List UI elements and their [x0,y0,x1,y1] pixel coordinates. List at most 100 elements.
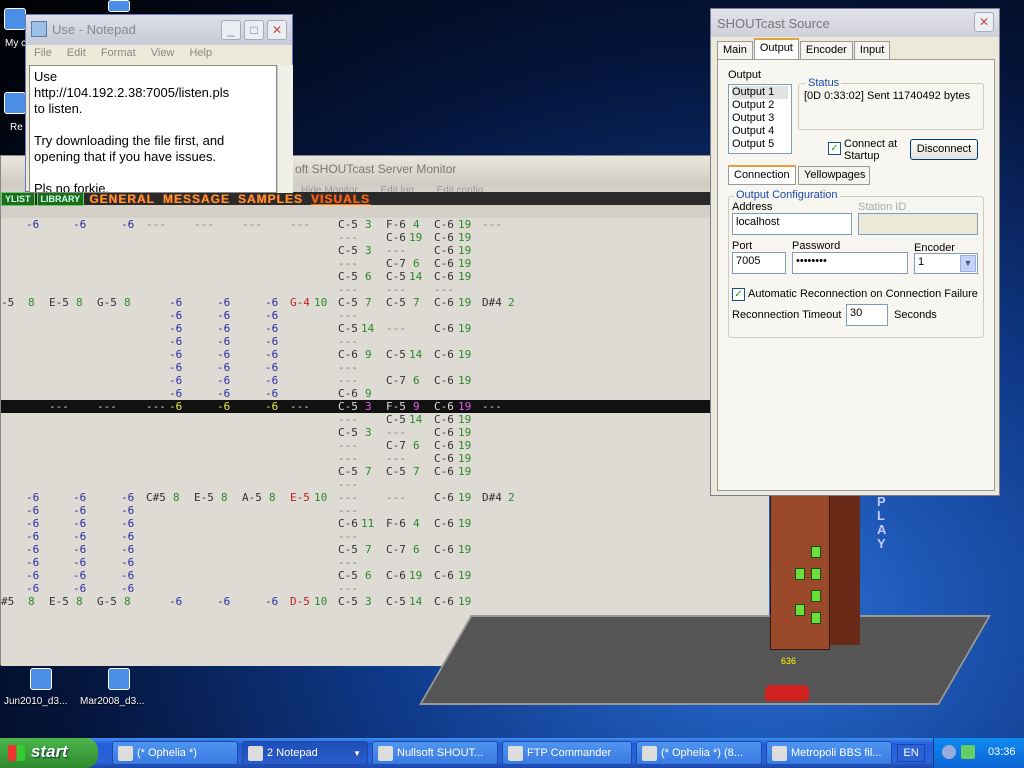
desktop-icon-top[interactable] [108,0,130,12]
notepad-text-area[interactable]: Use http://104.192.2.38:7005/listen.pls … [29,65,277,193]
desktop-icon-jun2010[interactable] [30,668,52,690]
start-button[interactable]: start [0,738,98,768]
pattern-cell: -6 [265,595,279,608]
pattern-cell: -6 [169,309,183,322]
pattern-row[interactable]: --- --- --- [1,283,769,296]
menu-view[interactable]: View [151,47,175,59]
output-list-item[interactable]: Output 2 [732,99,788,112]
minimize-button[interactable]: _ [221,20,241,40]
close-button[interactable]: ✕ [267,20,287,40]
pattern-row[interactable]: -6 -6 -6 --- [1,335,769,348]
address-input[interactable]: localhost [732,213,852,235]
pattern-cell: 19 [458,400,472,413]
pattern-row[interactable]: -6 -6 -6 --- --- --- --- C-5 3 F-6 4 C-6 19 --- [1,218,769,231]
disconnect-button[interactable]: Disconnect [910,139,978,160]
pattern-row[interactable]: C-5 6 C-5 14 C-6 19 [1,270,769,283]
desktop-label-mar2008[interactable]: Mar2008_d3... [80,696,145,707]
taskbar-button-ophelia[interactable]: (* Ophelia *) [112,741,238,765]
pattern-row[interactable]: -6 -6 -6 --- C-7 6 C-6 19 [1,374,769,387]
timeout-input[interactable]: 30 [846,304,888,326]
desktop-label-jun2010[interactable]: Jun2010_d3... [4,696,67,707]
tab-visuals[interactable]: VISUALS [308,193,373,205]
language-indicator[interactable]: EN [897,744,925,762]
encoder-select[interactable]: 1 ▼ [914,253,978,274]
desktop-icon-recycle-bin[interactable] [4,92,26,114]
taskbar-button-ophelia-2[interactable]: (* Ophelia *) (8... [636,741,762,765]
password-input[interactable]: •••••••• [792,252,908,274]
pattern-cell: --- [338,413,358,426]
pattern-row[interactable]: -5 8 E-5 8 G-5 8 -6 -6 -6 G-4 10 C-5 7 C-5 7 C-6 19 D#4 2 [1,296,769,309]
pattern-cell: 19 [458,257,472,270]
status-text: [0D 0:33:02] Sent 11740492 bytes [804,90,971,102]
tab-input[interactable]: Input [853,41,891,59]
building-side [830,495,860,645]
pattern-cell: --- [338,556,358,569]
pattern-cell: -6 [169,335,183,348]
chevron-down-icon[interactable]: ▼ [960,255,976,272]
connect-startup-checkbox[interactable]: ✓ [828,142,841,155]
tab-samples[interactable]: SAMPLES [235,193,306,205]
pattern-cell: -6 [217,322,231,335]
maximize-button[interactable]: □ [244,20,264,40]
pattern-row[interactable]: C-5 3 --- C-6 19 [1,244,769,257]
pattern-row[interactable]: -6 -6 -6 C-5 14 --- C-6 19 [1,322,769,335]
port-input[interactable]: 7005 [732,252,786,274]
pattern-row[interactable]: C-5 7 C-5 7 C-6 19 [1,465,769,478]
desktop-icon-my-computer[interactable] [4,8,26,30]
output-list[interactable]: Output 1 Output 2 Output 3 Output 4 Outp… [728,84,792,154]
pattern-row[interactable]: -6 -6 -6 --- [1,309,769,322]
tab-general[interactable]: GENERAL [86,193,158,205]
auto-reconnect-checkbox[interactable]: ✓ [732,288,745,301]
shoutcast-close-button[interactable]: ✕ [974,12,994,32]
pattern-cell: 6 [413,543,420,556]
ftp-icon [508,746,523,761]
menu-format[interactable]: Format [101,47,136,59]
taskbar-button-ftp[interactable]: FTP Commander [502,741,632,765]
tab-encoder[interactable]: Encoder [799,41,853,59]
menu-help[interactable]: Help [189,47,212,59]
pattern-row[interactable]: --- C-7 6 C-6 19 [1,257,769,270]
menu-file[interactable]: File [34,47,52,59]
pattern-row[interactable]: --- C-5 14 C-6 19 [1,413,769,426]
taskbar-button-shoutcast[interactable]: Nullsoft SHOUT... [372,741,498,765]
pattern-row[interactable]: -6 -6 -6 C-6 9 [1,387,769,400]
tab-message[interactable]: MESSAGE [160,193,233,205]
tab-library[interactable]: LIBRARY [36,191,85,206]
tab-main[interactable]: Main [717,41,753,59]
pattern-row-current[interactable]: --- --- --- -6 -6 -6 --- C-5 3 F-5 9 C-6 19 --- [1,400,769,413]
pattern-row[interactable]: --- C-6 19 C-6 19 [1,231,769,244]
desktop-icon-mar2008[interactable] [108,668,130,690]
pattern-cell: 19 [458,348,472,361]
pattern-row[interactable]: --- C-7 6 C-6 19 [1,439,769,452]
notepad-scrollbar[interactable] [277,65,293,193]
pattern-row[interactable]: -6 -6 -6 --- [1,361,769,374]
pattern-row[interactable]: --- [1,478,769,491]
pattern-cell: -6 [217,348,231,361]
pattern-cell: 8 [28,296,35,309]
pattern-cell: C-5 [386,296,406,309]
taskbar-button-notepad[interactable]: 2 Notepad ▼ [242,741,368,765]
output-list-item[interactable]: Output 4 [732,125,788,138]
menu-edit[interactable]: Edit [67,47,86,59]
output-list-item[interactable]: Output 3 [732,112,788,125]
subtab-connection[interactable]: Connection [728,165,796,185]
pattern-cell: --- [482,218,502,231]
output-list-item[interactable]: Output 5 [732,138,788,151]
clock[interactable]: 03:36 [988,746,1016,758]
pattern-cell: --- [338,257,358,270]
output-list-item[interactable]: Output 1 [732,86,788,99]
pattern-row[interactable]: --- --- C-6 19 [1,452,769,465]
station-id-input[interactable] [858,213,978,235]
pattern-row[interactable]: -6 -6 -6 C-6 9 C-5 14 C-6 19 [1,348,769,361]
notepad-titlebar[interactable]: Use - Notepad _ □ ✕ [26,15,292,45]
tab-playlist[interactable]: YLIST [1,191,35,206]
subtab-yellowpages[interactable]: Yellowpages [798,166,870,185]
shoutcast-titlebar[interactable]: SHOUTcast Source ✕ [711,9,999,37]
pattern-cell: -6 [265,309,279,322]
pattern-row[interactable]: C-5 3 --- C-6 19 [1,426,769,439]
pattern-cell: 10 [314,595,328,608]
taskbar-button-metropoli[interactable]: Metropoli BBS fil... [766,741,892,765]
tray-icon[interactable] [961,745,975,759]
tab-output[interactable]: Output [753,38,799,59]
tray-icon[interactable] [942,745,956,759]
